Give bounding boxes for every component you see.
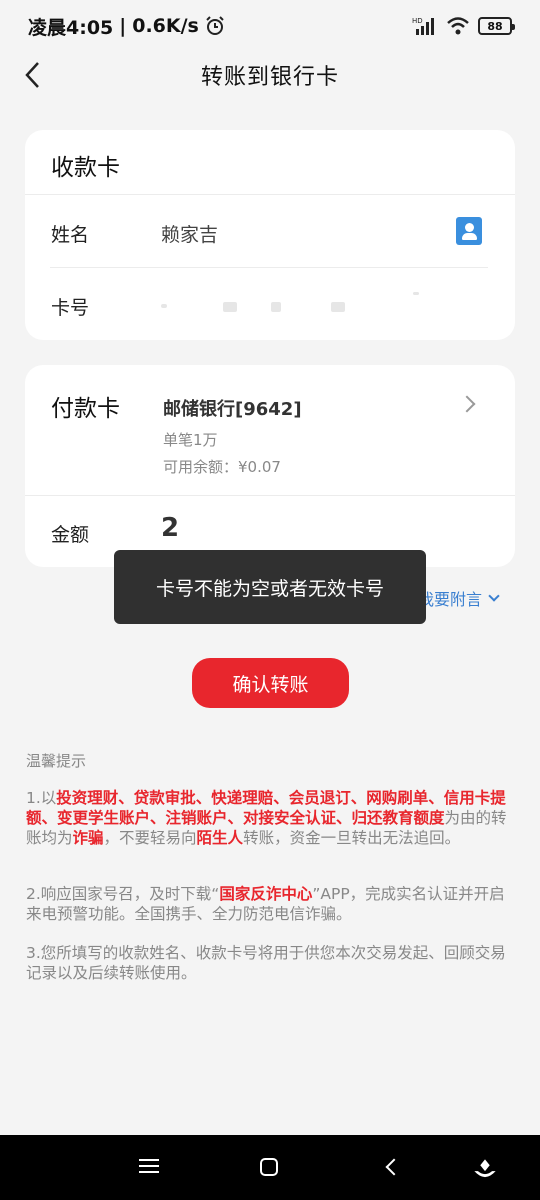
card-number-field[interactable] — [161, 290, 431, 320]
payer-heading: 付款卡 — [51, 396, 120, 422]
system-nav-bar — [0, 1135, 540, 1200]
name-field[interactable]: 赖家吉 — [161, 220, 218, 247]
page-title: 转账到银行卡 — [200, 65, 339, 90]
bank-selector[interactable]: 邮储银行[9642] — [163, 395, 302, 421]
divider — [50, 267, 488, 268]
masked-digit — [223, 302, 237, 312]
status-right: HD 88 — [412, 16, 515, 36]
masked-digit — [271, 302, 281, 312]
contact-book-icon[interactable] — [456, 217, 482, 245]
menu-icon[interactable] — [136, 1155, 162, 1181]
status-net-speed: 0.6K/s — [132, 15, 199, 37]
receiver-card: 收款卡 姓名 赖家吉 卡号 — [25, 130, 515, 340]
tip-text: 1.以 — [26, 789, 57, 807]
name-label: 姓名 — [51, 224, 90, 246]
amount-label: 金额 — [51, 524, 90, 546]
chevron-right-icon[interactable] — [458, 395, 476, 413]
tip-highlight: 陌生人 — [196, 829, 244, 847]
tip-text: 2.响应国家号召，及时下载“ — [26, 885, 220, 903]
tip-highlight: 国家反诈中心 — [219, 885, 313, 903]
chevron-down-icon — [488, 590, 500, 602]
assistant-icon[interactable] — [472, 1157, 498, 1183]
back-arrow-icon — [25, 62, 39, 88]
tip-1: 1.以投资理财、贷款审批、快递理赔、会员退订、网购刷单、信用卡提额、变更学生账户… — [26, 788, 518, 848]
tip-text: 转账，资金一旦转出无法追回。 — [243, 829, 461, 847]
status-left: 凌晨4:05 | 0.6K/s — [28, 13, 225, 40]
memo-link[interactable]: 我要附言 — [418, 586, 500, 610]
divider — [25, 495, 515, 496]
amount-field[interactable]: 2 — [161, 513, 179, 543]
status-time: 凌晨4:05 — [28, 16, 114, 39]
memo-label: 我要附言 — [418, 590, 483, 609]
status-separator: | — [119, 15, 127, 37]
tips-title: 温馨提示 — [26, 752, 87, 770]
confirm-transfer-button[interactable]: 确认转账 — [192, 658, 349, 708]
signal-icon: HD — [412, 17, 434, 35]
back-icon[interactable] — [385, 1158, 403, 1176]
tip-2: 2.响应国家号召，及时下载“国家反诈中心”APP，完成实名认证并开启来电预警功能… — [26, 884, 518, 924]
svg-text:HD: HD — [412, 17, 423, 25]
card-number-label: 卡号 — [51, 297, 90, 319]
masked-digit — [161, 304, 167, 308]
masked-digit — [413, 292, 419, 295]
receiver-heading: 收款卡 — [51, 155, 120, 181]
error-toast: 卡号不能为空或者无效卡号 — [114, 550, 426, 624]
back-button[interactable] — [14, 56, 50, 94]
alarm-icon — [206, 16, 224, 35]
single-limit: 单笔1万 — [163, 431, 218, 449]
battery-icon: 88 — [478, 17, 515, 35]
payer-card: 付款卡 邮储银行[9642] 单笔1万 可用余额：¥0.07 金额 2 — [25, 365, 515, 567]
masked-digit — [331, 302, 345, 312]
available-balance: 可用余额：¥0.07 — [163, 458, 281, 476]
tip-3: 3.您所填写的收款姓名、收款卡号将用于供您本次交易发起、回顾交易记录以及后续转账… — [26, 944, 506, 982]
nav-bar: 转账到银行卡 — [0, 52, 540, 98]
tip-highlight: 投资理财、贷款审批、快递理赔、会员退订、网购刷单、信用卡提额、变更学生账户、注销… — [26, 789, 506, 827]
toast-message: 卡号不能为空或者无效卡号 — [155, 577, 384, 600]
divider — [25, 194, 515, 195]
tip-text: ，不要轻易向 — [103, 829, 197, 847]
tip-highlight: 诈骗 — [72, 829, 104, 847]
status-bar: 凌晨4:05 | 0.6K/s HD 88 — [0, 0, 540, 52]
home-icon[interactable] — [260, 1158, 278, 1176]
wifi-icon — [447, 17, 469, 35]
